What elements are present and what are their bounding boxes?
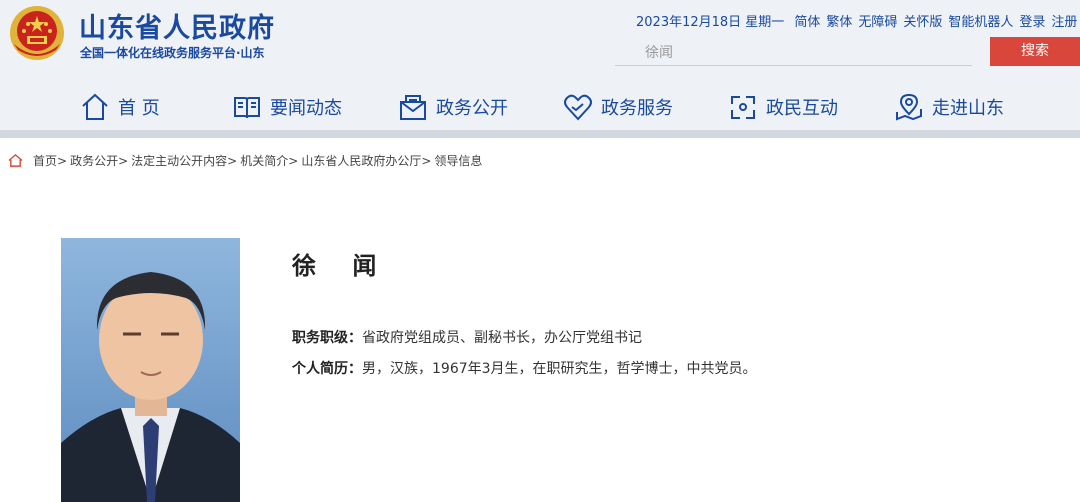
interaction-icon <box>731 96 755 119</box>
breadcrumb-general-office[interactable]: 山东省人民政府办公厅 <box>301 152 421 169</box>
breadcrumb-statutory-disclosure[interactable]: 法定主动公开内容 <box>131 152 227 169</box>
link-register[interactable]: 注册 <box>1051 15 1077 30</box>
nav-item-home[interactable]: 首 页 <box>80 84 160 130</box>
nav-label: 政民互动 <box>766 98 838 119</box>
site-subtitle[interactable]: 全国一体化在线政务服务平台·山东 <box>80 44 265 61</box>
nav-item-about-shandong[interactable]: 走进山东 <box>894 84 1004 130</box>
map-pin-icon <box>896 93 922 121</box>
position-value: 省政府党组成员、副秘书长，办公厅党组书记 <box>362 330 642 346</box>
nav-item-news[interactable]: 要闻动态 <box>232 84 342 130</box>
link-traditional[interactable]: 繁体 <box>826 15 852 30</box>
leader-name: 徐 闻 <box>292 252 391 280</box>
breadcrumb: 首页 > 政务公开 > 法定主动公开内容 > 机关简介 > 山东省人民政府办公厅 > 领导… <box>8 152 482 169</box>
link-login[interactable]: 登录 <box>1019 15 1045 30</box>
header-divider <box>0 130 1080 138</box>
position-row: 职务职级：省政府党组成员、副秘书长，办公厅党组书记 <box>292 327 642 347</box>
search-input[interactable]: 徐闻 <box>615 36 972 66</box>
news-book-icon <box>234 97 260 119</box>
link-accessibility[interactable]: 无障碍 <box>858 15 897 30</box>
bio-row: 个人简历：男，汉族，1967年3月生，在职研究生，哲学博士，中共党员。 <box>292 358 757 378</box>
national-emblem-icon[interactable] <box>8 4 66 62</box>
nav-label: 首 页 <box>118 98 160 119</box>
main-nav: 首 页 要闻动态 政务公开 政务服务 政民互动 走进山东 <box>0 84 1080 130</box>
link-chatbot[interactable]: 智能机器人 <box>948 15 1013 30</box>
heart-hand-icon <box>564 94 592 121</box>
nav-item-gov-affairs-open[interactable]: 政务公开 <box>398 84 508 130</box>
bio-label: 个人简历： <box>292 361 362 377</box>
link-elderly-mode[interactable]: 关怀版 <box>903 15 942 30</box>
home-icon <box>82 93 108 120</box>
breadcrumb-home[interactable]: 首页 <box>33 152 57 169</box>
search-button[interactable]: 搜索 <box>990 37 1080 66</box>
nav-label: 政务服务 <box>601 98 673 119</box>
breadcrumb-gov-affairs-open[interactable]: 政务公开 <box>70 152 118 169</box>
breadcrumb-agency-intro[interactable]: 机关简介 <box>240 152 288 169</box>
current-date: 2023年12月18日 星期一 <box>636 15 785 30</box>
link-simplified[interactable]: 简体 <box>794 15 820 30</box>
nav-item-interaction[interactable]: 政民互动 <box>728 84 838 130</box>
nav-label: 要闻动态 <box>270 98 342 119</box>
nav-label: 政务公开 <box>436 98 508 119</box>
breadcrumb-leader-info[interactable]: 领导信息 <box>434 152 482 169</box>
mail-icon <box>400 95 426 120</box>
leader-portrait <box>61 238 240 502</box>
bio-value: 男，汉族，1967年3月生，在职研究生，哲学博士，中共党员。 <box>362 361 757 377</box>
nav-item-gov-services[interactable]: 政务服务 <box>563 84 673 130</box>
nav-label: 走进山东 <box>932 98 1004 119</box>
home-icon[interactable] <box>8 153 23 168</box>
site-title[interactable]: 山东省人民政府 <box>79 6 275 45</box>
site-header: 山东省人民政府 全国一体化在线政务服务平台·山东 2023年12月18日 星期一… <box>0 0 1080 132</box>
top-links-bar: 2023年12月18日 星期一 简体 繁体 无障碍 关怀版 智能机器人 登录 注册 <box>636 11 1080 30</box>
position-label: 职务职级： <box>292 330 362 346</box>
